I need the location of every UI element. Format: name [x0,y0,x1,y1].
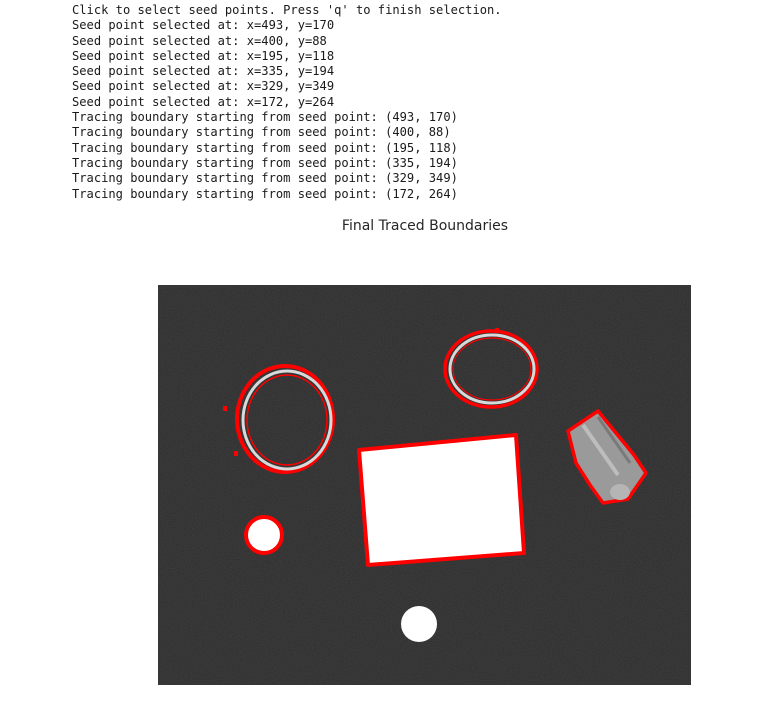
console-line: Click to select seed points. Press 'q' t… [72,3,502,17]
console-line: Tracing boundary starting from seed poin… [72,186,458,201]
boundary-seed-mark [223,406,227,411]
boundary-small-disk [244,515,284,555]
console-line: Seed point selected at: x=335, y=194 [72,64,335,79]
boundary-seed-mark [234,451,238,456]
result-image-canvas [158,285,691,685]
console-line: Tracing boundary starting from seed poin… [72,171,458,186]
console-line: Seed point selected at: x=493, y=170 [72,18,335,33]
figure-title: Final Traced Boundaries [341,218,509,234]
console-line: Tracing boundary starting from seed poin… [72,125,451,140]
console-output: Click to select seed points. Press 'q' t… [72,3,502,202]
disk-untraced [401,606,437,642]
console-line: Tracing boundary starting from seed poin… [72,110,458,125]
result-image [158,285,691,685]
console-line: Seed point selected at: x=329, y=349 [72,79,335,94]
console-line: Seed point selected at: x=400, y=88 [72,33,327,48]
console-line: Tracing boundary starting from seed poin… [72,155,458,170]
console-line: Seed point selected at: x=195, y=118 [72,48,335,63]
boundary-rectangle [357,433,526,567]
boundary-seed-mark [495,328,499,332]
bolt-cap [610,484,630,500]
console-line: Seed point selected at: x=172, y=264 [72,94,335,109]
console-line: Tracing boundary starting from seed poin… [72,140,458,155]
